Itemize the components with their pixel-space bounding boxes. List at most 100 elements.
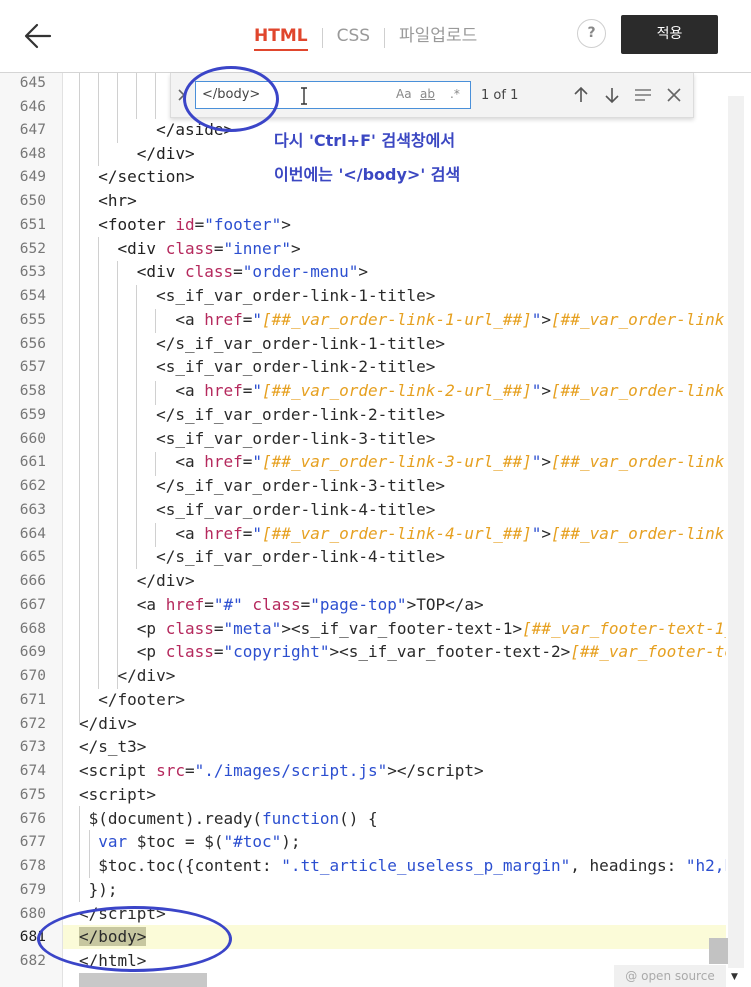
- line-number: 676: [19, 811, 46, 827]
- regex-toggle[interactable]: .*: [450, 87, 460, 101]
- code-line: <hr>: [79, 191, 137, 210]
- line-number: 654: [19, 288, 46, 304]
- tab-css[interactable]: CSS: [337, 25, 370, 51]
- line-number: 646: [19, 99, 46, 115]
- line-number: 671: [19, 692, 46, 708]
- vertical-scrollbar[interactable]: [728, 96, 744, 968]
- code-line: </footer>: [79, 690, 185, 709]
- line-number: 673: [19, 739, 46, 755]
- code-line: <div class="order-menu">: [79, 262, 369, 281]
- line-number: 664: [19, 526, 46, 542]
- arrow-up-icon[interactable]: [569, 83, 593, 107]
- tab-file-upload[interactable]: 파일업로드: [399, 25, 477, 51]
- line-number: 645: [19, 75, 46, 91]
- code-line: </s_t3>: [79, 737, 147, 756]
- line-number: 668: [19, 621, 46, 637]
- line-number: 659: [19, 407, 46, 423]
- line-number: 680: [19, 906, 46, 922]
- code-line: </s_if_var_order-link-2-title>: [79, 405, 446, 424]
- tab-bar: HTML CSS 파일업로드: [254, 25, 477, 51]
- line-number: 661: [19, 454, 46, 470]
- arrow-down-icon[interactable]: [600, 83, 624, 107]
- line-number: 682: [19, 953, 46, 969]
- code-line: <p class="meta"><s_if_var_footer-text-1>…: [79, 619, 751, 638]
- code-line: </div>: [79, 571, 195, 590]
- line-number: 655: [19, 312, 46, 328]
- code-line: <footer id="footer">: [79, 215, 291, 234]
- code-line: $toc.toc({content: ".tt_article_useless_…: [79, 856, 751, 875]
- line-number: 679: [19, 882, 46, 898]
- line-number: 660: [19, 431, 46, 447]
- code-line: <script src="./images/script.js"></scrip…: [79, 761, 484, 780]
- annotation-text-2: 이번에는 '</body>' 검색: [274, 165, 461, 184]
- line-number: 674: [19, 763, 46, 779]
- code-line: <a href="[##_var_order-link-2-url_##]">[…: [79, 381, 751, 400]
- line-number: 665: [19, 549, 46, 565]
- code-line: <p class="copyright"><s_if_var_footer-te…: [79, 642, 751, 661]
- line-number: 648: [19, 146, 46, 162]
- match-count: 1 of 1: [481, 88, 519, 103]
- line-number: 662: [19, 478, 46, 494]
- annotation-circle-search: [183, 66, 279, 132]
- code-line: </s_if_var_order-link-1-title>: [79, 334, 446, 353]
- find-in-selection-icon[interactable]: [631, 83, 655, 107]
- code-line: </s_if_var_order-link-4-title>: [79, 547, 446, 566]
- line-number: 647: [19, 122, 46, 138]
- code-line: <a href="#" class="page-top">TOP</a>: [79, 595, 484, 614]
- code-line: $(document).ready(function() {: [79, 809, 378, 828]
- open-source-badge: @ open source: [614, 965, 726, 987]
- code-line: <s_if_var_order-link-3-title>: [79, 429, 436, 448]
- line-number: 658: [19, 383, 46, 399]
- line-number: 653: [19, 264, 46, 280]
- line-number: 677: [19, 834, 46, 850]
- text-cursor-icon: [301, 87, 307, 105]
- line-number: 672: [19, 716, 46, 732]
- line-number: 675: [19, 787, 46, 803]
- match-case-toggle[interactable]: Aa: [396, 87, 412, 101]
- code-line: <a href="[##_var_order-link-3-url_##]">[…: [79, 452, 751, 471]
- code-line: <a href="[##_var_order-link-4-url_##]">[…: [79, 524, 751, 543]
- code-line: <div class="inner">: [79, 239, 301, 258]
- annotation-circle-body: [37, 906, 232, 972]
- line-number: 670: [19, 668, 46, 684]
- line-number: 649: [19, 169, 46, 185]
- code-line: <a href="[##_var_order-link-1-url_##]">[…: [79, 310, 751, 329]
- code-editor[interactable]: 645 646 647 648 649 650 651 652 653 654 655 656 657 6…: [0, 73, 751, 987]
- line-number: 667: [19, 597, 46, 613]
- editor-header: HTML CSS 파일업로드 ? 적용: [0, 0, 751, 73]
- line-number: 656: [19, 336, 46, 352]
- line-number: 650: [19, 193, 46, 209]
- whole-word-toggle[interactable]: ab: [420, 87, 435, 101]
- annotation-text-1: 다시 'Ctrl+F' 검색창에서: [274, 131, 456, 150]
- tab-divider: [384, 28, 386, 48]
- code-line: <s_if_var_order-link-1-title>: [79, 286, 436, 305]
- code-line: </div>: [79, 714, 137, 733]
- close-icon[interactable]: [662, 83, 686, 107]
- code-line: <script>: [79, 785, 157, 804]
- code-line: <s_if_var_order-link-4-title>: [79, 500, 436, 519]
- code-line: </s_if_var_order-link-3-title>: [79, 476, 446, 495]
- line-number: 652: [19, 241, 46, 257]
- line-number: 651: [19, 217, 46, 233]
- line-number: 678: [19, 858, 46, 874]
- code-line: });: [79, 880, 118, 899]
- vertical-scroll-thumb[interactable]: [709, 938, 728, 964]
- scroll-down-arrow-icon[interactable]: ▼: [731, 972, 738, 982]
- horizontal-scroll-thumb[interactable]: [79, 973, 207, 987]
- line-number: 663: [19, 502, 46, 518]
- back-arrow-icon[interactable]: [20, 18, 56, 54]
- code-line: <s_if_var_order-link-2-title>: [79, 357, 436, 376]
- tab-html[interactable]: HTML: [254, 25, 308, 51]
- code-line: </section>: [79, 167, 195, 186]
- help-button[interactable]: ?: [577, 19, 606, 48]
- line-number: 666: [19, 573, 46, 589]
- code-line: </div>: [79, 144, 195, 163]
- line-number: 657: [19, 359, 46, 375]
- code-line: </div>: [79, 666, 176, 685]
- line-number: 669: [19, 644, 46, 660]
- apply-button[interactable]: 적용: [621, 15, 718, 54]
- code-line: var $toc = $("#toc");: [98, 832, 301, 851]
- tab-divider: [321, 28, 323, 48]
